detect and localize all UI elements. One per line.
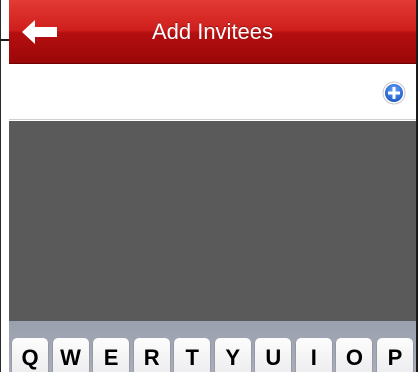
key-u[interactable]: U	[255, 338, 292, 372]
back-arrow-icon	[22, 20, 58, 44]
plus-circle-icon	[382, 81, 406, 109]
key-i[interactable]: I	[295, 338, 332, 372]
page-title: Add Invitees	[151, 19, 274, 44]
left-edge-stub	[0, 39, 9, 41]
back-button[interactable]	[9, 0, 71, 64]
key-t[interactable]: T	[174, 338, 211, 372]
key-y[interactable]: Y	[214, 338, 251, 372]
keyboard-row-1: Q W E R T Y U I O P	[12, 338, 413, 372]
key-r[interactable]: R	[133, 338, 170, 372]
key-w[interactable]: W	[52, 338, 89, 372]
invitee-input-row[interactable]	[9, 65, 416, 120]
navigation-bar: Add Invitees	[9, 0, 416, 64]
onscreen-keyboard: Q W E R T Y U I O P	[9, 321, 416, 372]
add-invitee-button[interactable]	[382, 81, 406, 105]
left-edge-line	[0, 0, 1, 372]
key-e[interactable]: E	[93, 338, 130, 372]
key-q[interactable]: Q	[12, 338, 48, 372]
key-p[interactable]: P	[376, 338, 413, 372]
dimmed-content-area	[9, 121, 416, 321]
key-o[interactable]: O	[336, 338, 373, 372]
app-screen: Add Invitees Q W E R T Y U I O P	[0, 0, 418, 372]
